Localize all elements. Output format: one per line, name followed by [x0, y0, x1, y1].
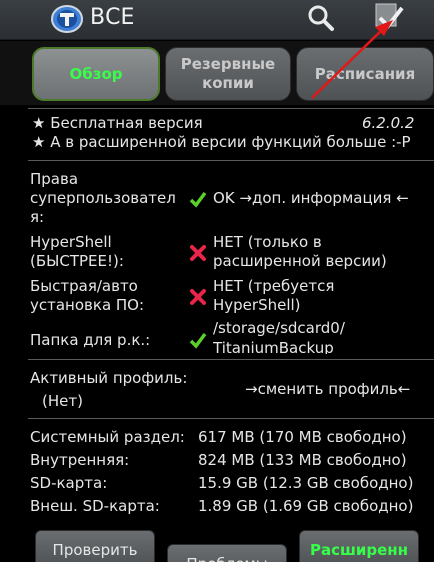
root-label-line1: Права	[30, 170, 79, 188]
tab-bar: Обзор Резервные копии Расписания	[0, 41, 434, 105]
backup-folder-path-line2: TitaniumBackup	[213, 339, 334, 354]
select-all-button[interactable]	[366, 0, 416, 40]
root-status[interactable]: OK →доп. информация ←	[213, 189, 409, 207]
check-icon	[189, 191, 207, 208]
backup-folder-label: Папка для р.к.:	[30, 331, 151, 349]
hypershell-label-line2: (БЫСТРЕЕ!):	[30, 252, 124, 270]
checkbox-icon	[375, 3, 404, 30]
search-icon	[308, 5, 334, 31]
storage-value: 15.9 GB (12.3 GB свободно)	[198, 474, 414, 492]
backup-folder-path-line1: /storage/sdcard0/	[213, 319, 345, 337]
storage-label: Внутренняя:	[30, 451, 130, 469]
storage-value: 1.89 GB (1.69 GB свободно)	[198, 497, 414, 515]
action-bar: ВСЕ	[0, 0, 434, 40]
version-number: 6.2.0.2	[362, 114, 415, 132]
profile-label: Активный профиль:	[30, 369, 188, 387]
verify-button[interactable]: Проверить	[35, 530, 155, 562]
storage-label: Внеш. SD-карта:	[30, 497, 160, 515]
storage-value: 824 MB (133 MB свободно)	[198, 451, 407, 469]
problems-button[interactable]: Проблемы	[167, 544, 287, 562]
storage-value: 617 MB (170 MB свободно)	[198, 428, 407, 446]
backup-folder-path[interactable]: /storage/sdcard0/ TitaniumBackup	[213, 319, 413, 354]
hypershell-status-line1: НЕТ (только в	[213, 233, 322, 251]
hypershell-label-line1: HyperShell	[30, 233, 112, 251]
free-version-label: ★ Бесплатная версия	[32, 114, 203, 132]
autoinstall-status-line1: НЕТ (требуется	[213, 277, 335, 295]
tab-overview[interactable]: Обзор	[32, 47, 160, 101]
pro-version-note[interactable]: ★ А в расширенной версии функций больше …	[32, 133, 411, 151]
search-button[interactable]	[300, 0, 342, 40]
tab-backups[interactable]: Резервные копии	[165, 47, 291, 101]
titanium-backup-icon[interactable]	[50, 4, 84, 34]
root-label-line3: я:	[30, 208, 45, 226]
hypershell-status-line2: расширенной версии)	[213, 252, 387, 270]
cross-icon	[190, 289, 206, 305]
cross-icon	[190, 245, 206, 261]
change-profile-link[interactable]: →сменить профиль←	[245, 380, 410, 398]
root-label-line2: суперпользовател	[30, 189, 176, 207]
autoinstall-status-line2: HyperShell)	[213, 296, 301, 314]
divider	[28, 418, 434, 419]
storage-label: Системный раздел:	[30, 428, 185, 446]
check-icon	[189, 332, 207, 349]
divider	[28, 108, 434, 109]
pro-button[interactable]: Расширенн	[299, 530, 419, 562]
divider	[28, 160, 434, 161]
tab-backups-label: Резервные копии	[180, 55, 276, 92]
app-title: ВСЕ	[90, 5, 135, 30]
profile-value: (Нет)	[42, 392, 83, 410]
divider	[28, 359, 434, 360]
autoinstall-label-line2: установка ПО:	[30, 296, 145, 314]
storage-label: SD-карта:	[30, 474, 108, 492]
autoinstall-label-line1: Быстрая/авто	[30, 277, 138, 295]
tab-schedules[interactable]: Расписания	[296, 47, 434, 101]
